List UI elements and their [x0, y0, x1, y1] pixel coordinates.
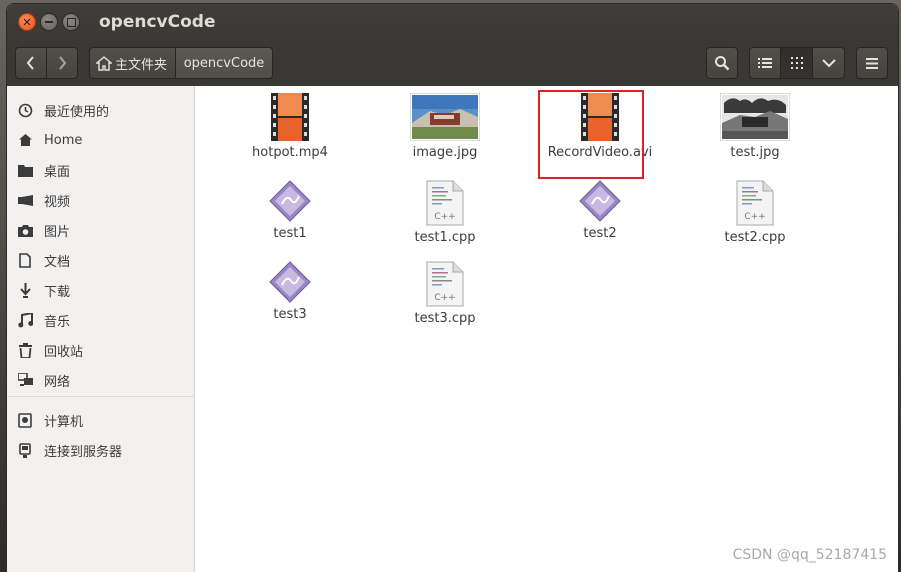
sidebar-item-videos[interactable]: 视频 — [7, 185, 194, 215]
sidebar-item-label: Home — [44, 132, 83, 148]
breadcrumb-home-label: 主文件夹 — [115, 57, 168, 73]
menu-button[interactable] — [856, 47, 888, 79]
file-item-test1[interactable]: test1 — [225, 180, 355, 241]
grid-view-button[interactable] — [780, 47, 813, 79]
file-name: image.jpg — [412, 145, 478, 160]
file-name: test3 — [273, 307, 307, 322]
video-icon — [17, 192, 33, 208]
sidebar-item-label: 网络 — [44, 374, 71, 390]
search-button[interactable] — [706, 47, 738, 79]
watermark: CSDN @qq_52187415 — [732, 547, 887, 563]
sidebar-item-connect-server[interactable]: 连接到服务器 — [7, 435, 194, 465]
file-item-image[interactable]: image.jpg — [380, 93, 510, 160]
hamburger-icon — [866, 57, 878, 69]
sidebar-item-label: 文档 — [44, 254, 71, 270]
toolbar: 主文件夹 opencvCode — [7, 42, 898, 86]
sidebar-item-trash[interactable]: 回收站 — [7, 335, 194, 365]
home-icon — [17, 132, 33, 148]
sidebar-item-downloads[interactable]: 下载 — [7, 275, 194, 305]
svg-text:C++: C++ — [744, 212, 765, 222]
list-view-icon — [758, 58, 772, 68]
file-name: test1 — [273, 226, 307, 241]
breadcrumb-current-label: opencvCode — [183, 55, 265, 71]
file-name: hotpot.mp4 — [252, 145, 328, 160]
file-name: test.jpg — [730, 145, 780, 160]
executable-icon — [269, 180, 311, 222]
cpp-file-icon: C++ — [426, 261, 464, 307]
file-item-hotpot[interactable]: hotpot.mp4 — [225, 93, 355, 160]
minimize-button[interactable] — [40, 13, 58, 31]
sidebar: 最近使用的 Home 桌面 视频 图片 文档 下载 音乐 回收站 网络 计算机 … — [7, 86, 195, 572]
folder-icon — [17, 162, 33, 178]
sidebar-item-label: 计算机 — [44, 414, 84, 430]
sidebar-item-label: 连接到服务器 — [44, 444, 123, 460]
file-name: test2 — [583, 226, 617, 241]
file-item-test2-cpp[interactable]: C++ test2.cpp — [690, 180, 820, 245]
network-icon — [17, 372, 33, 388]
file-item-test3[interactable]: test3 — [225, 261, 355, 322]
close-button[interactable]: ✕ — [18, 13, 36, 31]
music-icon — [17, 312, 33, 328]
window-title: opencvCode — [99, 12, 216, 32]
image-thumbnail — [410, 93, 480, 141]
sidebar-item-label: 视频 — [44, 194, 71, 210]
file-manager-window: ✕ opencvCode 主文件夹 opencvCode 最近使用的 Home … — [7, 4, 898, 572]
svg-text:C++: C++ — [434, 212, 455, 222]
video-file-icon — [271, 93, 309, 141]
cpp-file-icon: C++ — [736, 180, 774, 226]
view-options-button[interactable] — [812, 47, 845, 79]
maximize-icon — [66, 17, 76, 27]
file-item-test-jpg[interactable]: test.jpg — [690, 93, 820, 160]
executable-icon — [579, 180, 621, 222]
chevron-right-icon — [59, 56, 67, 70]
camera-icon — [17, 222, 33, 238]
home-icon — [96, 55, 112, 71]
chevron-down-icon — [821, 59, 836, 68]
list-view-button[interactable] — [749, 47, 781, 79]
file-item-test1-cpp[interactable]: C++ test1.cpp — [380, 180, 510, 245]
back-button[interactable] — [15, 47, 47, 79]
grid-view-icon — [790, 57, 803, 69]
computer-icon — [17, 412, 33, 428]
file-item-test2[interactable]: test2 — [535, 180, 665, 241]
server-icon — [17, 442, 33, 458]
chevron-left-icon — [26, 56, 34, 70]
sidebar-item-label: 回收站 — [44, 344, 84, 360]
sidebar-item-computer[interactable]: 计算机 — [7, 405, 194, 435]
trash-icon — [17, 342, 33, 358]
sidebar-item-music[interactable]: 音乐 — [7, 305, 194, 335]
sidebar-item-network[interactable]: 网络 — [7, 365, 194, 395]
sidebar-item-documents[interactable]: 文档 — [7, 245, 194, 275]
forward-button[interactable] — [46, 47, 78, 79]
maximize-button[interactable] — [62, 13, 80, 31]
selection-highlight-box — [538, 90, 644, 179]
image-thumbnail — [720, 93, 790, 141]
search-icon — [715, 56, 730, 71]
svg-text:C++: C++ — [434, 293, 455, 303]
clock-icon — [17, 102, 33, 118]
file-name: test1.cpp — [414, 230, 476, 245]
sidebar-separator — [7, 396, 194, 397]
sidebar-item-label: 桌面 — [44, 164, 71, 180]
file-item-test3-cpp[interactable]: C++ test3.cpp — [380, 261, 510, 326]
file-name: test3.cpp — [414, 311, 476, 326]
minimize-icon — [45, 21, 53, 23]
breadcrumb-current[interactable]: opencvCode — [175, 47, 273, 79]
sidebar-item-label: 音乐 — [44, 314, 71, 330]
sidebar-item-recent[interactable]: 最近使用的 — [7, 95, 194, 125]
sidebar-item-label: 图片 — [44, 224, 71, 240]
cpp-file-icon: C++ — [426, 180, 464, 226]
file-name: test2.cpp — [724, 230, 786, 245]
title-bar[interactable]: ✕ opencvCode — [7, 4, 898, 42]
executable-icon — [269, 261, 311, 303]
breadcrumb-home[interactable]: 主文件夹 — [89, 47, 176, 79]
sidebar-item-label: 下载 — [44, 284, 71, 300]
sidebar-item-home[interactable]: Home — [7, 125, 194, 155]
close-icon: ✕ — [22, 15, 32, 29]
download-icon — [17, 282, 33, 298]
document-icon — [17, 252, 33, 268]
sidebar-item-desktop[interactable]: 桌面 — [7, 155, 194, 185]
sidebar-item-label: 最近使用的 — [44, 104, 110, 120]
sidebar-item-pictures[interactable]: 图片 — [7, 215, 194, 245]
